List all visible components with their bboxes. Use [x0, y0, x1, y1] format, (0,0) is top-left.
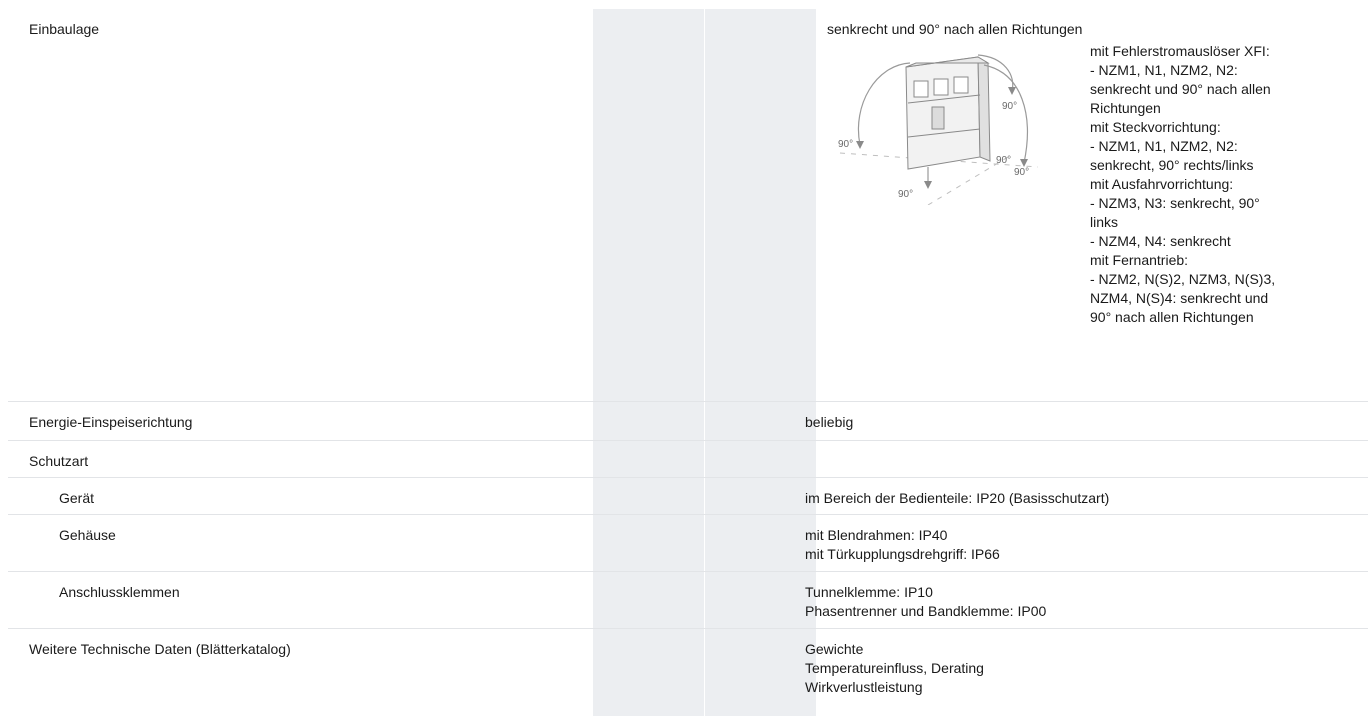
note-line: senkrecht, 90° rechts/links: [1090, 157, 1254, 173]
note-line: - NZM1, N1, NZM2, N2:: [1090, 62, 1238, 78]
value-line: beliebig: [805, 414, 854, 430]
note-line: links: [1090, 214, 1119, 230]
note-line: - NZM3, N3: senkrecht, 90°: [1090, 195, 1260, 211]
value-line: Temperatureinfluss, Derating: [805, 660, 984, 676]
row-label: Schutzart: [29, 453, 89, 469]
value-line: mit Blendrahmen: IP40: [805, 527, 948, 543]
note-line: mit Fernantrieb:: [1090, 252, 1189, 268]
row-label: Energie-Einspeiserichtung: [29, 414, 193, 430]
table-row-einbaulage: Einbaulage senkrecht und 90° nach allen …: [8, 9, 1368, 402]
row-label: Anschlussklemmen: [59, 584, 180, 600]
angle-label: 90°: [996, 155, 1011, 166]
value-line: Wirkverlustleistung: [805, 679, 923, 695]
row-label: Gehäuse: [59, 527, 116, 543]
row-value: Gewichte Temperatureinfluss, Derating Wi…: [805, 640, 984, 697]
value-line: mit Türkupplungsdrehgriff: IP66: [805, 546, 1000, 562]
note-line: mit Steckvorrichtung:: [1090, 119, 1221, 135]
note-line: mit Fehlerstromauslöser XFI:: [1090, 43, 1270, 59]
note-line: - NZM1, N1, NZM2, N2:: [1090, 138, 1238, 154]
value-line: Tunnelklemme: IP10: [805, 584, 933, 600]
angle-label: 90°: [898, 189, 913, 200]
table-row-geraet: Gerät im Bereich der Bedienteile: IP20 (…: [8, 478, 1368, 515]
mounting-notes: mit Fehlerstromauslöser XFI: - NZM1, N1,…: [1090, 42, 1320, 327]
row-label: Gerät: [59, 490, 95, 506]
value-line: im Bereich der Bedienteile: IP20 (Basiss…: [805, 490, 1110, 506]
angle-label: 90°: [838, 139, 853, 150]
row-value: beliebig: [805, 413, 853, 432]
table-row-anschlussklemmen: Anschlussklemmen Tunnelklemme: IP10 Phas…: [8, 572, 1368, 629]
row-label: Weitere Technische Daten (Blätterkatalog…: [29, 641, 291, 657]
note-line: mit Ausfahrvorrichtung:: [1090, 176, 1234, 192]
row-value: Tunnelklemme: IP10 Phasentrenner und Ban…: [805, 583, 1046, 621]
note-line: NZM4, N(S)4: senkrecht und: [1090, 290, 1269, 306]
note-line: senkrecht und 90° nach allen: [1090, 81, 1271, 97]
note-line: Richtungen: [1090, 100, 1161, 116]
table-row-energie: Energie-Einspeiserichtung beliebig: [8, 402, 1368, 441]
table-row-weitere-daten: Weitere Technische Daten (Blätterkatalog…: [8, 629, 1368, 716]
row-label: Einbaulage: [29, 21, 100, 37]
note-line: 90° nach allen Richtungen: [1090, 309, 1254, 325]
angle-label: 90°: [1002, 101, 1017, 112]
mounting-position-diagram: 90° 90° 90° 90° 90°: [838, 54, 1039, 205]
angle-label: 90°: [1014, 167, 1029, 178]
value-line: Gewichte: [805, 641, 864, 657]
table-row-gehaeuse: Gehäuse mit Blendrahmen: IP40 mit Türkup…: [8, 515, 1368, 572]
table-row-schutzart: Schutzart: [8, 441, 1368, 478]
row-value: im Bereich der Bedienteile: IP20 (Basiss…: [805, 489, 1109, 508]
note-line: - NZM4, N4: senkrecht: [1090, 233, 1231, 249]
row-value: mit Blendrahmen: IP40 mit Türkupplungsdr…: [805, 526, 1000, 564]
mounting-caption: senkrecht und 90° nach allen Richtungen: [827, 21, 1083, 37]
note-line: - NZM2, N(S)2, NZM3, N(S)3,: [1090, 271, 1276, 287]
value-line: Phasentrenner und Bandklemme: IP00: [805, 603, 1047, 619]
